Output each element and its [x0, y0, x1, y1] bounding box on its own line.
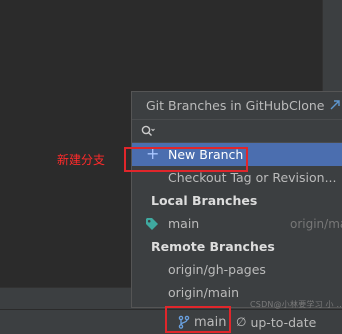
remote-branch-name: origin/main	[168, 285, 240, 300]
tracking-branch-hint: origin/ma	[290, 216, 342, 231]
branch-search-row	[132, 119, 342, 143]
branch-search-input[interactable]	[159, 123, 333, 139]
local-branch-name: main	[168, 216, 200, 231]
sync-status-text: up-to-date	[250, 314, 317, 330]
right-tool-strip	[322, 0, 342, 95]
local-branches-header: Local Branches	[151, 193, 258, 208]
git-branches-popup: Git Branches in GitHubClone + New Branch…	[131, 91, 342, 308]
checkout-tag-label: Checkout Tag or Revision...	[168, 170, 337, 185]
current-branch-tag-icon	[146, 218, 158, 230]
annotation-box-new-branch	[124, 147, 248, 172]
local-branch-item[interactable]: main origin/ma	[132, 212, 342, 235]
annotation-box-branch-widget	[165, 306, 231, 333]
sync-status-icon: ∅	[236, 315, 247, 329]
search-icon	[141, 125, 155, 136]
remote-branch-item[interactable]: origin/gh-pages	[132, 258, 342, 281]
sync-status[interactable]: ∅ up-to-date	[236, 310, 316, 334]
popup-header: Git Branches in GitHubClone	[132, 92, 342, 119]
watermark: CSDN@小林要学习 小 ...	[250, 300, 342, 309]
remote-branch-name: origin/gh-pages	[168, 262, 266, 277]
annotation-label: 新建分支	[57, 153, 106, 167]
popup-title: Git Branches in GitHubClone	[146, 98, 325, 113]
remote-branches-header: Remote Branches	[151, 239, 275, 254]
open-in-tool-window-icon[interactable]	[329, 99, 341, 111]
